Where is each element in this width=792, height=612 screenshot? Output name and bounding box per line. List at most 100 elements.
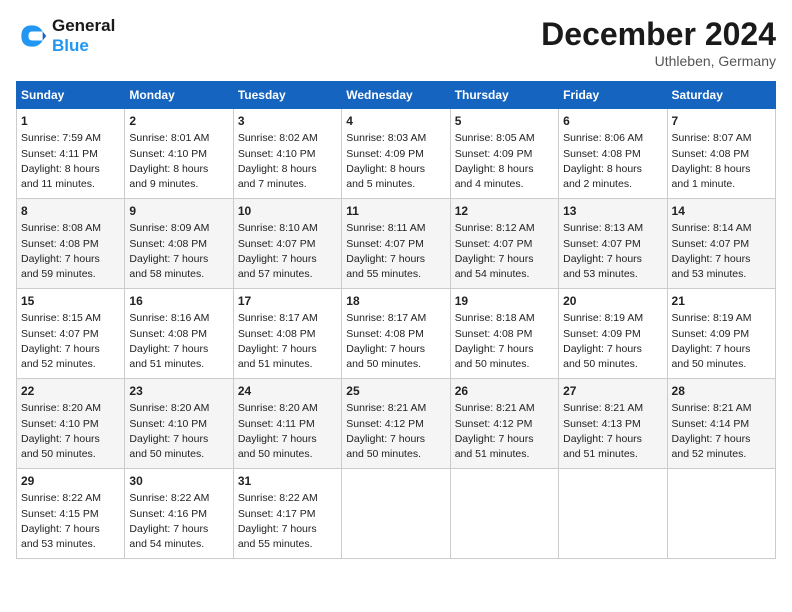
day-number: 6 <box>563 113 662 130</box>
day-info-line: and 2 minutes. <box>563 177 662 192</box>
day-info-line: Sunrise: 8:21 AM <box>563 401 662 416</box>
day-info-line: and 54 minutes. <box>129 537 228 552</box>
day-info-line: Sunrise: 8:06 AM <box>563 131 662 146</box>
day-info-line: and 50 minutes. <box>672 357 771 372</box>
day-info-line: and 1 minute. <box>672 177 771 192</box>
day-info-line: Sunrise: 8:22 AM <box>238 491 337 506</box>
day-info-line: Daylight: 7 hours <box>21 432 120 447</box>
day-info-line: Sunset: 4:12 PM <box>346 417 445 432</box>
day-info-line: Daylight: 7 hours <box>455 342 554 357</box>
day-info-line: Sunset: 4:17 PM <box>238 507 337 522</box>
weekday-header: Tuesday <box>233 82 341 109</box>
day-number: 16 <box>129 293 228 310</box>
day-info-line: Daylight: 7 hours <box>563 342 662 357</box>
day-info-line: Sunset: 4:10 PM <box>21 417 120 432</box>
day-info-line: and 50 minutes. <box>455 357 554 372</box>
day-info-line: Sunset: 4:12 PM <box>455 417 554 432</box>
day-info-line: Daylight: 8 hours <box>346 162 445 177</box>
day-info-line: Daylight: 7 hours <box>238 432 337 447</box>
calendar-cell: 10Sunrise: 8:10 AMSunset: 4:07 PMDayligh… <box>233 199 341 289</box>
day-info-line: and 50 minutes. <box>346 357 445 372</box>
day-info-line: Daylight: 7 hours <box>238 522 337 537</box>
day-info-line: and 50 minutes. <box>129 447 228 462</box>
calendar-week-row: 15Sunrise: 8:15 AMSunset: 4:07 PMDayligh… <box>17 289 776 379</box>
calendar-cell: 14Sunrise: 8:14 AMSunset: 4:07 PMDayligh… <box>667 199 775 289</box>
logo: General Blue <box>16 16 115 55</box>
day-info-line: Daylight: 8 hours <box>563 162 662 177</box>
day-number: 7 <box>672 113 771 130</box>
day-info-line: Daylight: 7 hours <box>238 342 337 357</box>
calendar-cell <box>342 469 450 559</box>
day-number: 12 <box>455 203 554 220</box>
day-info-line: and 51 minutes. <box>129 357 228 372</box>
day-info-line: Sunrise: 8:03 AM <box>346 131 445 146</box>
calendar-cell: 1Sunrise: 7:59 AMSunset: 4:11 PMDaylight… <box>17 109 125 199</box>
day-info-line: Sunrise: 8:11 AM <box>346 221 445 236</box>
day-info-line: and 55 minutes. <box>238 537 337 552</box>
day-info-line: and 52 minutes. <box>21 357 120 372</box>
day-info-line: Sunrise: 8:20 AM <box>129 401 228 416</box>
day-info-line: Sunrise: 8:05 AM <box>455 131 554 146</box>
day-number: 18 <box>346 293 445 310</box>
day-info-line: Sunset: 4:08 PM <box>455 327 554 342</box>
weekday-header: Saturday <box>667 82 775 109</box>
day-info-line: Sunrise: 8:19 AM <box>563 311 662 326</box>
day-info-line: and 9 minutes. <box>129 177 228 192</box>
day-info-line: Daylight: 7 hours <box>129 432 228 447</box>
day-number: 4 <box>346 113 445 130</box>
day-number: 20 <box>563 293 662 310</box>
day-info-line: Sunrise: 7:59 AM <box>21 131 120 146</box>
day-info-line: and 50 minutes. <box>563 357 662 372</box>
day-info-line: and 53 minutes. <box>672 267 771 282</box>
weekday-header: Friday <box>559 82 667 109</box>
day-number: 31 <box>238 473 337 490</box>
calendar-cell: 31Sunrise: 8:22 AMSunset: 4:17 PMDayligh… <box>233 469 341 559</box>
calendar-cell: 25Sunrise: 8:21 AMSunset: 4:12 PMDayligh… <box>342 379 450 469</box>
day-info-line: Daylight: 8 hours <box>238 162 337 177</box>
weekday-header: Thursday <box>450 82 558 109</box>
day-number: 13 <box>563 203 662 220</box>
day-info-line: and 50 minutes. <box>238 447 337 462</box>
day-info-line: Sunrise: 8:08 AM <box>21 221 120 236</box>
day-info-line: and 59 minutes. <box>21 267 120 282</box>
calendar-cell: 2Sunrise: 8:01 AMSunset: 4:10 PMDaylight… <box>125 109 233 199</box>
day-info-line: Sunrise: 8:02 AM <box>238 131 337 146</box>
day-number: 8 <box>21 203 120 220</box>
day-number: 25 <box>346 383 445 400</box>
calendar-cell: 26Sunrise: 8:21 AMSunset: 4:12 PMDayligh… <box>450 379 558 469</box>
day-info-line: and 53 minutes. <box>21 537 120 552</box>
day-number: 24 <box>238 383 337 400</box>
day-info-line: and 5 minutes. <box>346 177 445 192</box>
calendar-header-row: SundayMondayTuesdayWednesdayThursdayFrid… <box>17 82 776 109</box>
day-info-line: Sunset: 4:08 PM <box>238 327 337 342</box>
day-info-line: Sunrise: 8:20 AM <box>238 401 337 416</box>
day-info-line: and 51 minutes. <box>563 447 662 462</box>
day-info-line: Sunset: 4:08 PM <box>129 327 228 342</box>
day-info-line: Daylight: 7 hours <box>672 342 771 357</box>
day-info-line: Daylight: 7 hours <box>238 252 337 267</box>
calendar-week-row: 29Sunrise: 8:22 AMSunset: 4:15 PMDayligh… <box>17 469 776 559</box>
day-info-line: Sunrise: 8:17 AM <box>346 311 445 326</box>
day-number: 21 <box>672 293 771 310</box>
day-number: 29 <box>21 473 120 490</box>
day-info-line: Daylight: 7 hours <box>21 342 120 357</box>
calendar-cell: 20Sunrise: 8:19 AMSunset: 4:09 PMDayligh… <box>559 289 667 379</box>
calendar-cell: 18Sunrise: 8:17 AMSunset: 4:08 PMDayligh… <box>342 289 450 379</box>
day-number: 17 <box>238 293 337 310</box>
day-info-line: Daylight: 7 hours <box>346 432 445 447</box>
day-info-line: Sunset: 4:09 PM <box>563 327 662 342</box>
day-number: 28 <box>672 383 771 400</box>
day-info-line: Sunrise: 8:16 AM <box>129 311 228 326</box>
day-info-line: Sunrise: 8:21 AM <box>672 401 771 416</box>
day-info-line: Daylight: 7 hours <box>21 252 120 267</box>
calendar-cell: 6Sunrise: 8:06 AMSunset: 4:08 PMDaylight… <box>559 109 667 199</box>
day-number: 27 <box>563 383 662 400</box>
day-info-line: Sunset: 4:11 PM <box>238 417 337 432</box>
day-info-line: Sunrise: 8:12 AM <box>455 221 554 236</box>
day-number: 15 <box>21 293 120 310</box>
calendar-cell <box>667 469 775 559</box>
day-info-line: Sunset: 4:10 PM <box>129 417 228 432</box>
calendar-cell: 3Sunrise: 8:02 AMSunset: 4:10 PMDaylight… <box>233 109 341 199</box>
calendar-week-row: 8Sunrise: 8:08 AMSunset: 4:08 PMDaylight… <box>17 199 776 289</box>
day-info-line: Sunset: 4:07 PM <box>238 237 337 252</box>
